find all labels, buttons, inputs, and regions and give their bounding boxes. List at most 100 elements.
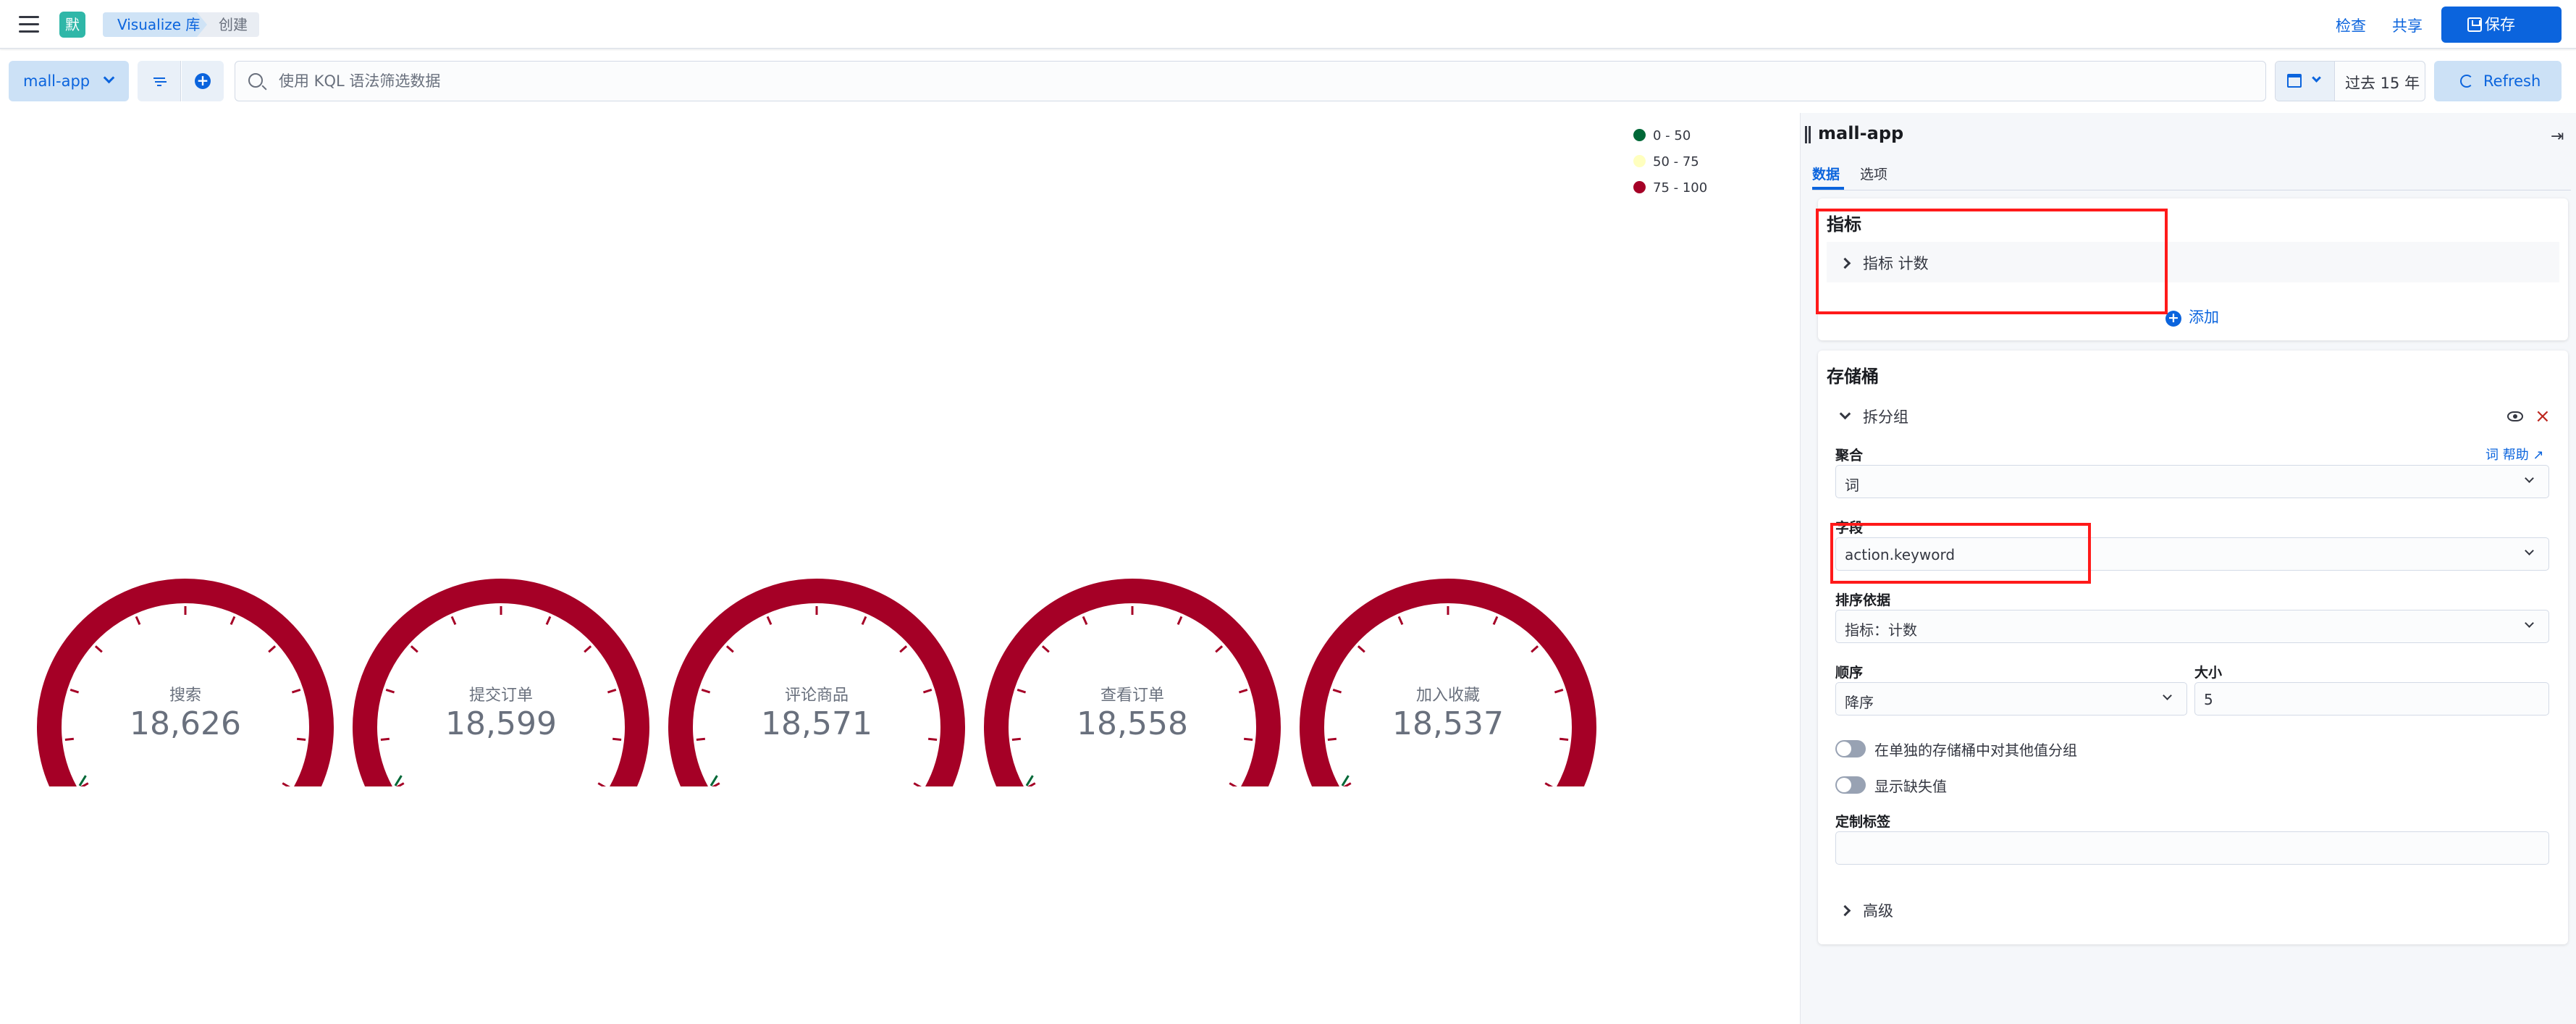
data-view-label: mall-app <box>23 72 91 90</box>
legend-label: 50 - 75 <box>1653 154 1699 169</box>
exit-fullscreen-icon[interactable]: ⇥ <box>2551 127 2564 146</box>
gauge-value: 18,626 <box>130 705 241 742</box>
save-button-label: 保存 <box>2485 16 2515 33</box>
gauge: 评论商品 18,571 <box>659 569 975 786</box>
add-metric-label: 添加 <box>2189 309 2219 326</box>
eye-icon[interactable] <box>2507 411 2523 421</box>
size-input[interactable]: 5 <box>2194 682 2549 715</box>
split-group-label: 拆分组 <box>1863 408 1908 426</box>
gauge-arc <box>668 579 965 786</box>
order-by-value: 指标：计数 <box>1845 621 1917 639</box>
buckets-panel: 存储桶 拆分组 × 聚合 词 帮助 ↗ 词 字段 action.keyword … <box>1818 351 2568 944</box>
help-link-label: 词 帮助 <box>2485 448 2529 463</box>
gauge-arc <box>37 579 334 786</box>
gauge-value: 18,558 <box>1077 705 1188 742</box>
gauge-label: 查看订单 <box>1100 687 1164 705</box>
chevron-down-icon <box>2312 73 2321 83</box>
split-group-row[interactable]: 拆分组 <box>1827 395 2559 436</box>
gauge-label: 评论商品 <box>784 687 849 705</box>
query-bar: mall-app + 过去 15 年 Refresh <box>0 51 2576 113</box>
date-picker[interactable]: 过去 15 年 <box>2275 61 2425 101</box>
legend-swatch-1 <box>1633 155 1646 167</box>
collapse-sidebar-icon[interactable] <box>1805 126 1811 143</box>
aggregation-select[interactable]: 词 <box>1835 465 2549 498</box>
time-range-label[interactable]: 过去 15 年 <box>2345 72 2420 93</box>
group-other-label: 在单独的存储桶中对其他值分组 <box>1874 742 2077 759</box>
chevron-right-icon <box>1839 905 1851 917</box>
kql-search-box[interactable] <box>235 61 2266 101</box>
show-missing-label: 显示缺失值 <box>1874 778 1947 795</box>
gauge-arc <box>984 579 1281 786</box>
inspect-link[interactable]: 检查 <box>2336 14 2366 36</box>
legend-label: 75 - 100 <box>1653 180 1708 196</box>
visualization-canvas: 0 - 50 50 - 75 75 - 100 搜索 18,626 提交订单 1… <box>0 113 1800 1024</box>
highlight-box-metrics <box>1816 209 2168 314</box>
chevron-down-icon <box>2163 691 2172 700</box>
size-value: 5 <box>2204 691 2213 708</box>
gauge: 查看订单 18,558 <box>975 569 1290 786</box>
gauge-label: 搜索 <box>169 687 201 705</box>
custom-label-input[interactable] <box>1835 831 2549 865</box>
terms-help-link[interactable]: 词 帮助 ↗ <box>2485 445 2544 463</box>
order-value: 降序 <box>1845 694 1874 711</box>
top-header: 默 Visualize 库 创建 检查 共享 保存 <box>0 0 2576 49</box>
save-icon <box>2467 17 2482 32</box>
add-filter-button[interactable]: + <box>182 61 224 101</box>
advanced-label: 高级 <box>1863 902 1893 920</box>
aggregation-label: 聚合 <box>1835 448 1864 463</box>
custom-label-label: 定制标签 <box>1835 814 1891 830</box>
editor-title: mall-app <box>1818 123 1904 143</box>
gauge-label: 提交订单 <box>468 687 533 705</box>
search-input[interactable] <box>279 69 1148 93</box>
refresh-icon <box>2460 75 2473 88</box>
plus-icon: + <box>2165 311 2181 327</box>
aggregation-value: 词 <box>1845 477 1859 494</box>
quick-select-button[interactable] <box>2276 62 2335 101</box>
advanced-row[interactable]: 高级 <box>1827 889 2559 930</box>
legend-item[interactable]: 0 - 50 <box>1633 123 1707 149</box>
buckets-title: 存储桶 <box>1827 366 1879 387</box>
highlight-box-field <box>1830 523 2091 584</box>
calendar-icon <box>2287 74 2302 88</box>
gauge: 提交订单 18,599 <box>343 569 659 786</box>
plus-icon: + <box>195 73 211 89</box>
gauge-label: 加入收藏 <box>1415 687 1480 705</box>
share-link[interactable]: 共享 <box>2392 14 2423 36</box>
space-avatar[interactable]: 默 <box>59 12 85 38</box>
gauge-value: 18,571 <box>761 705 872 742</box>
gauge-arc <box>1300 579 1596 786</box>
legend-item[interactable]: 50 - 75 <box>1633 149 1707 175</box>
refresh-label: Refresh <box>2483 72 2541 90</box>
save-button[interactable]: 保存 <box>2441 7 2562 43</box>
order-select[interactable]: 降序 <box>1835 682 2187 715</box>
legend-label: 0 - 50 <box>1653 128 1691 143</box>
legend-swatch-2 <box>1633 181 1646 193</box>
search-icon <box>248 73 263 88</box>
data-view-picker[interactable]: mall-app <box>9 61 129 101</box>
chevron-down-icon <box>2525 618 2534 628</box>
tab-data[interactable]: 数据 <box>1812 164 1840 183</box>
gauge-value: 18,599 <box>445 705 557 742</box>
filter-options-button[interactable] <box>138 61 181 101</box>
group-other-toggle[interactable] <box>1835 740 1866 757</box>
chevron-down-icon <box>2525 474 2534 483</box>
refresh-button[interactable]: Refresh <box>2434 61 2562 101</box>
size-label: 大小 <box>2194 665 2223 681</box>
chevron-down-icon <box>103 72 115 84</box>
show-missing-toggle[interactable] <box>1835 776 1866 794</box>
chevron-down-icon <box>2525 546 2534 555</box>
chevron-down-icon <box>1839 408 1851 420</box>
tab-options[interactable]: 选项 <box>1860 164 1887 183</box>
order-by-label: 排序依据 <box>1835 592 1891 608</box>
gauge-value: 18,537 <box>1392 705 1504 742</box>
add-metric-button[interactable]: + 添加 <box>2165 306 2219 327</box>
gauge-arc <box>353 579 649 786</box>
close-icon[interactable]: × <box>2535 406 2551 427</box>
legend: 0 - 50 50 - 75 75 - 100 <box>1633 123 1707 201</box>
legend-item[interactable]: 75 - 100 <box>1633 175 1707 201</box>
legend-swatch-0 <box>1633 129 1646 141</box>
menu-icon[interactable] <box>19 16 39 33</box>
order-by-select[interactable]: 指标：计数 <box>1835 610 2549 643</box>
gauge: 加入收藏 18,537 <box>1290 569 1606 786</box>
gauge: 搜索 18,626 <box>28 569 343 786</box>
